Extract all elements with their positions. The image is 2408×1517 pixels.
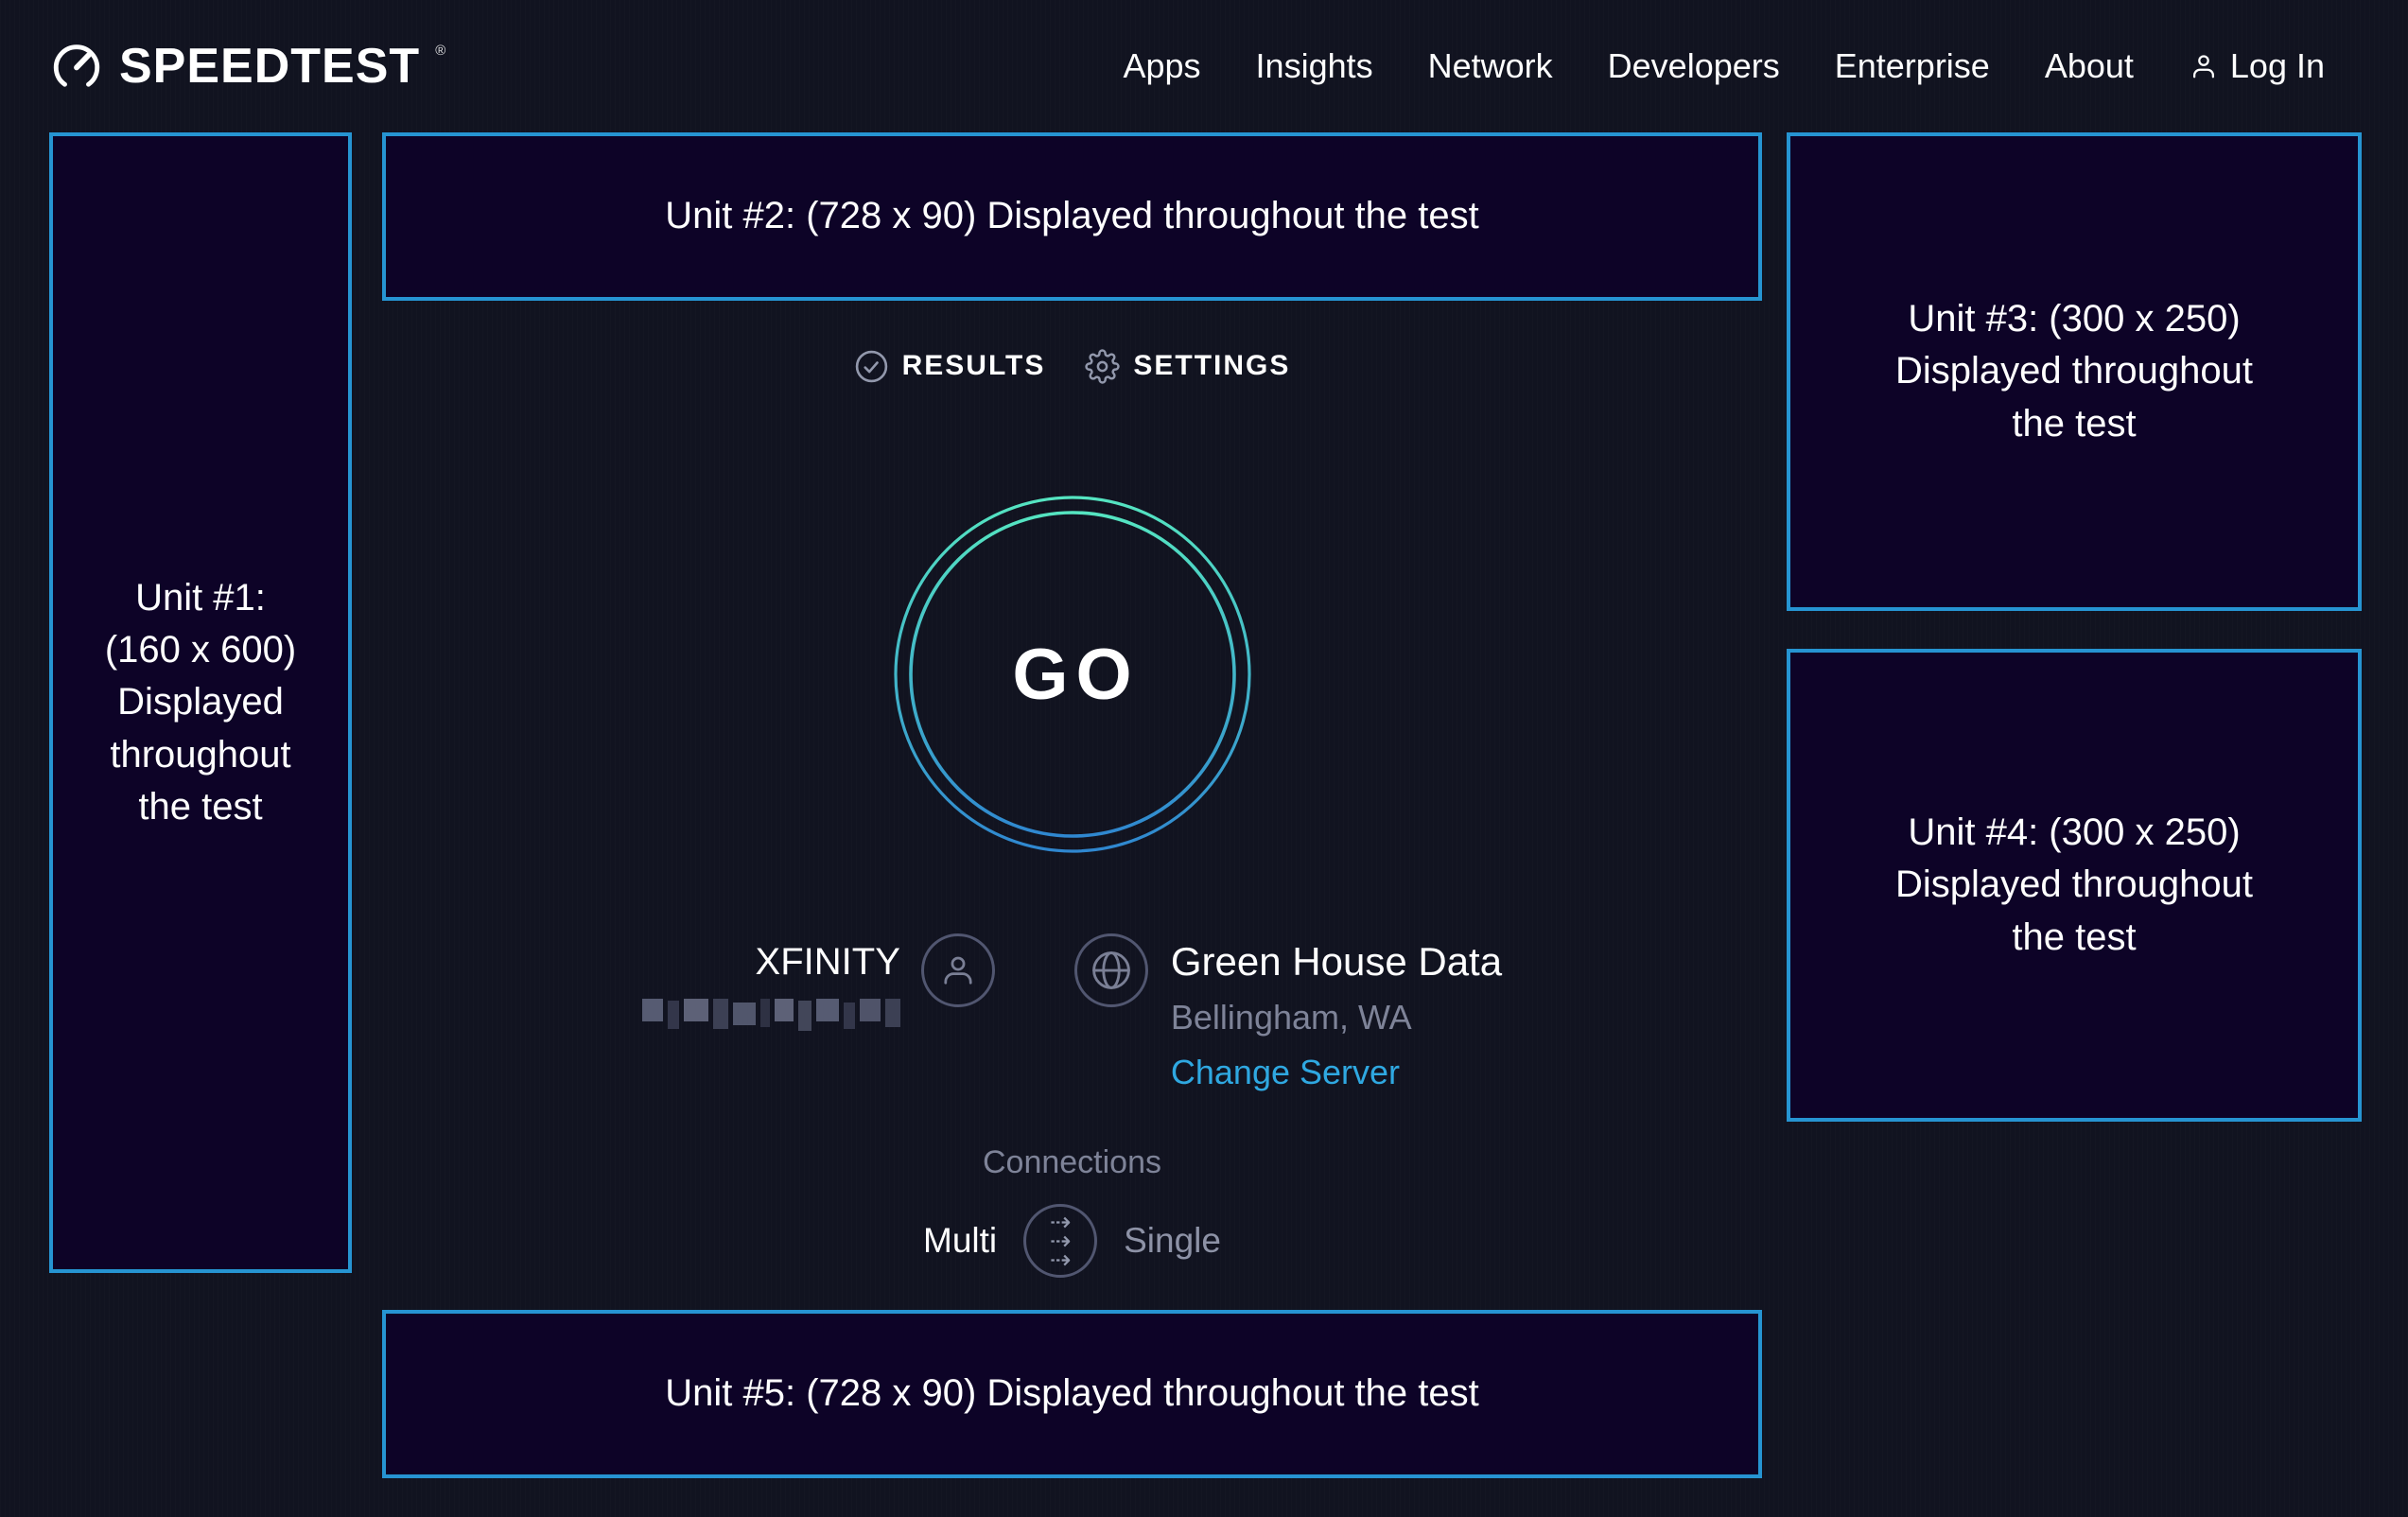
connections-section: Connections Multi ⇢ ⇢ ⇢ Single	[382, 1144, 1762, 1278]
server-text: Green House Data Bellingham, WA Change S…	[1171, 933, 1502, 1092]
nav-item-network[interactable]: Network	[1428, 46, 1553, 86]
go-area: GO	[382, 495, 1762, 854]
change-server-link[interactable]: Change Server	[1171, 1053, 1502, 1092]
connections-toggle: Multi ⇢ ⇢ ⇢ Single	[382, 1204, 1762, 1278]
check-circle-icon	[854, 349, 889, 384]
ad-unit-2: Unit #2: (728 x 90) Displayed throughout…	[382, 132, 1762, 301]
redacted-text-block	[642, 999, 900, 1031]
nav-item-enterprise[interactable]: Enterprise	[1835, 46, 1990, 86]
ad-unit-5: Unit #5: (728 x 90) Displayed throughout…	[382, 1310, 1762, 1478]
ad-unit-3: Unit #3: (300 x 250) Displayed throughou…	[1787, 132, 2362, 611]
ad-unit-5-label: Unit #5: (728 x 90) Displayed throughout…	[665, 1368, 1479, 1420]
top-nav: SPEEDTEST ® Apps Insights Network Develo…	[0, 0, 2408, 132]
ad-unit-4-label: Unit #4: (300 x 250) Displayed throughou…	[1895, 807, 2253, 964]
speedometer-icon	[49, 38, 104, 93]
tab-settings-label: SETTINGS	[1133, 350, 1290, 382]
connections-multi-option[interactable]: Multi	[923, 1221, 997, 1261]
go-button-label: GO	[893, 495, 1252, 854]
ad-unit-1: Unit #1: (160 x 600) Displayed throughou…	[49, 132, 352, 1273]
trademark-mark: ®	[435, 44, 445, 58]
isp-info: XFINITY	[642, 933, 995, 1092]
globe-icon	[1090, 949, 1133, 992]
view-tabs: RESULTS SETTINGS	[382, 345, 1762, 387]
nav-item-about[interactable]: About	[2045, 46, 2134, 86]
ad-unit-3-label: Unit #3: (300 x 250) Displayed throughou…	[1895, 293, 2253, 450]
ad-unit-4: Unit #4: (300 x 250) Displayed throughou…	[1787, 649, 2362, 1122]
tab-results[interactable]: RESULTS	[854, 349, 1046, 384]
multi-connection-icon: ⇢ ⇢ ⇢	[1050, 1212, 1072, 1269]
page-body: Unit #1: (160 x 600) Displayed throughou…	[0, 132, 2408, 1478]
logo-text: SPEEDTEST	[119, 38, 420, 95]
server-info: Green House Data Bellingham, WA Change S…	[1074, 933, 1502, 1092]
nav-item-insights[interactable]: Insights	[1256, 46, 1373, 86]
connections-toggle-button[interactable]: ⇢ ⇢ ⇢	[1023, 1204, 1097, 1278]
user-icon	[2189, 51, 2219, 81]
nav-item-developers[interactable]: Developers	[1608, 46, 1780, 86]
login-label: Log In	[2230, 46, 2325, 86]
server-badge	[1074, 933, 1148, 1007]
nav-item-apps[interactable]: Apps	[1123, 46, 1200, 86]
connections-title: Connections	[382, 1144, 1762, 1181]
main-nav: Apps Insights Network Developers Enterpr…	[1123, 46, 2325, 86]
isp-badge	[921, 933, 995, 1007]
ad-unit-2-label: Unit #2: (728 x 90) Displayed throughout…	[665, 190, 1479, 242]
center-column: Unit #2: (728 x 90) Displayed throughout…	[382, 132, 1762, 1478]
login-button[interactable]: Log In	[2189, 46, 2325, 86]
go-button[interactable]: GO	[893, 495, 1252, 854]
speedtest-logo[interactable]: SPEEDTEST ®	[49, 38, 445, 95]
isp-name: XFINITY	[642, 941, 900, 984]
right-ad-column: Unit #3: (300 x 250) Displayed throughou…	[1787, 132, 2362, 1122]
server-name: Green House Data	[1171, 939, 1502, 985]
isp-text: XFINITY	[642, 933, 900, 1092]
connections-single-option[interactable]: Single	[1124, 1221, 1221, 1261]
gear-icon	[1085, 349, 1120, 384]
tab-results-label: RESULTS	[902, 350, 1046, 382]
person-icon	[937, 950, 979, 991]
server-location: Bellingham, WA	[1171, 998, 1502, 1037]
tab-settings[interactable]: SETTINGS	[1085, 349, 1290, 384]
ad-unit-1-label: Unit #1: (160 x 600) Displayed throughou…	[105, 572, 296, 833]
left-ad-column: Unit #1: (160 x 600) Displayed throughou…	[49, 132, 352, 1273]
connection-info-row: XFINITY	[382, 933, 1762, 1092]
